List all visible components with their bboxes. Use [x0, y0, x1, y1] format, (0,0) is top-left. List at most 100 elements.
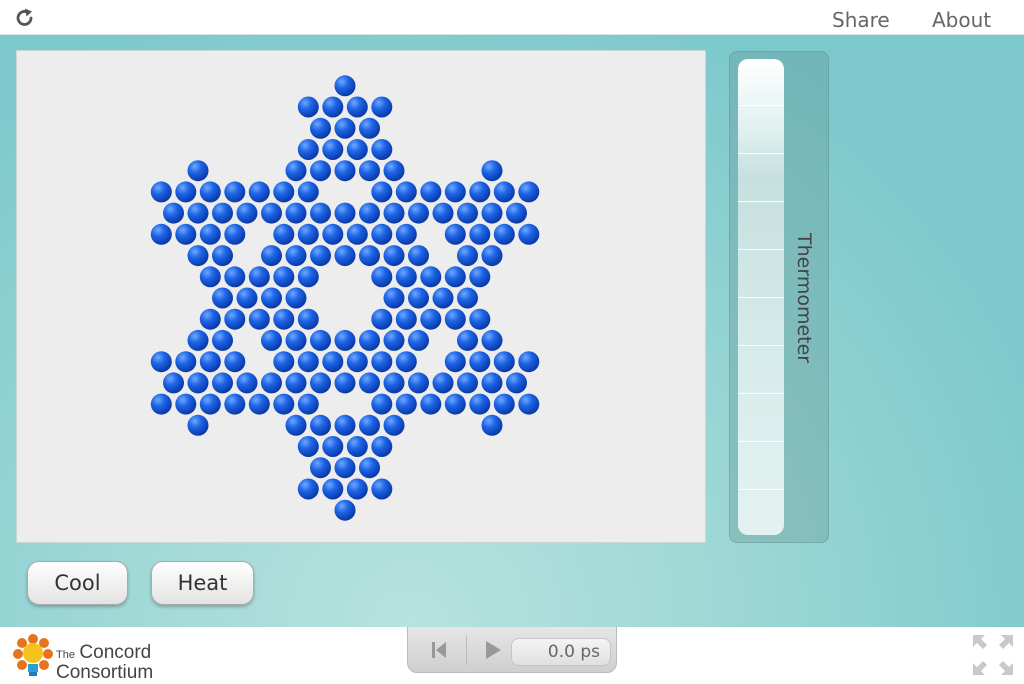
particle[interactable]: [371, 351, 393, 373]
particle[interactable]: [261, 329, 282, 351]
particle[interactable]: [444, 308, 466, 330]
particle[interactable]: [371, 393, 393, 415]
particle[interactable]: [297, 308, 319, 330]
particle[interactable]: [395, 181, 417, 203]
particle[interactable]: [457, 329, 478, 351]
particle[interactable]: [150, 393, 172, 415]
particle[interactable]: [187, 245, 209, 267]
particle[interactable]: [506, 372, 527, 394]
particle[interactable]: [297, 478, 319, 500]
reset-icon[interactable]: [424, 637, 454, 663]
particle[interactable]: [359, 329, 380, 351]
particle[interactable]: [371, 478, 393, 500]
particle[interactable]: [371, 436, 393, 457]
particle[interactable]: [322, 351, 344, 373]
particle[interactable]: [334, 117, 356, 139]
particle[interactable]: [518, 223, 540, 245]
particle[interactable]: [383, 372, 405, 394]
particle[interactable]: [334, 75, 356, 97]
particle[interactable]: [506, 202, 527, 224]
particle[interactable]: [359, 457, 380, 479]
particle[interactable]: [273, 223, 295, 245]
particle[interactable]: [224, 181, 246, 203]
fullscreen-icon[interactable]: [971, 633, 1015, 677]
particle[interactable]: [371, 181, 393, 203]
particle[interactable]: [187, 202, 209, 224]
particle[interactable]: [297, 351, 319, 373]
particle[interactable]: [273, 351, 295, 373]
about-link[interactable]: About: [932, 8, 991, 32]
particle[interactable]: [444, 393, 466, 415]
particle[interactable]: [187, 160, 209, 182]
particle[interactable]: [248, 181, 270, 203]
particle[interactable]: [273, 266, 295, 288]
particle[interactable]: [420, 181, 442, 203]
particle[interactable]: [518, 181, 540, 203]
particle[interactable]: [236, 287, 258, 309]
particle[interactable]: [322, 478, 344, 500]
particle[interactable]: [346, 223, 368, 245]
particle[interactable]: [493, 393, 515, 415]
particle[interactable]: [518, 393, 540, 415]
particle[interactable]: [273, 308, 295, 330]
particle[interactable]: [334, 245, 356, 267]
cool-button[interactable]: Cool: [27, 561, 128, 605]
particle[interactable]: [310, 202, 331, 224]
particle[interactable]: [212, 202, 233, 224]
particle[interactable]: [310, 414, 331, 436]
particle[interactable]: [297, 223, 319, 245]
particle[interactable]: [334, 414, 356, 436]
particle[interactable]: [248, 308, 270, 330]
particle[interactable]: [457, 287, 478, 309]
simulation-view[interactable]: [16, 50, 706, 543]
particle[interactable]: [493, 223, 515, 245]
particle[interactable]: [310, 329, 331, 351]
particle[interactable]: [334, 329, 356, 351]
particle[interactable]: [346, 139, 368, 160]
particle[interactable]: [297, 96, 319, 118]
particle[interactable]: [469, 393, 491, 415]
particle[interactable]: [444, 223, 466, 245]
particle[interactable]: [150, 223, 172, 245]
particle[interactable]: [444, 266, 466, 288]
particle[interactable]: [163, 372, 184, 394]
particle[interactable]: [408, 372, 429, 394]
reload-icon[interactable]: [14, 7, 36, 29]
particle[interactable]: [359, 160, 380, 182]
particle[interactable]: [371, 308, 393, 330]
particle[interactable]: [297, 266, 319, 288]
particle[interactable]: [310, 245, 331, 267]
particle[interactable]: [212, 372, 233, 394]
particle-canvas[interactable]: [17, 51, 707, 544]
particle[interactable]: [150, 181, 172, 203]
particle[interactable]: [493, 351, 515, 373]
particle[interactable]: [334, 457, 356, 479]
particle[interactable]: [408, 329, 429, 351]
particle[interactable]: [310, 457, 331, 479]
particle[interactable]: [310, 372, 331, 394]
particle[interactable]: [408, 245, 429, 267]
particle[interactable]: [163, 202, 184, 224]
particle[interactable]: [408, 287, 429, 309]
particle[interactable]: [395, 266, 417, 288]
play-icon[interactable]: [478, 637, 508, 663]
particle[interactable]: [481, 329, 503, 351]
particle[interactable]: [199, 393, 221, 415]
particle[interactable]: [187, 329, 209, 351]
particle[interactable]: [175, 351, 197, 373]
particle[interactable]: [322, 96, 344, 118]
particle[interactable]: [310, 117, 331, 139]
particle[interactable]: [224, 308, 246, 330]
particle[interactable]: [297, 436, 319, 457]
particle[interactable]: [212, 329, 233, 351]
particle[interactable]: [285, 329, 307, 351]
particle[interactable]: [175, 393, 197, 415]
particle[interactable]: [359, 202, 380, 224]
particle[interactable]: [371, 223, 393, 245]
particle[interactable]: [395, 223, 417, 245]
particle[interactable]: [383, 287, 405, 309]
particle[interactable]: [469, 351, 491, 373]
particle[interactable]: [444, 351, 466, 373]
particle[interactable]: [334, 499, 356, 521]
particle[interactable]: [432, 372, 454, 394]
